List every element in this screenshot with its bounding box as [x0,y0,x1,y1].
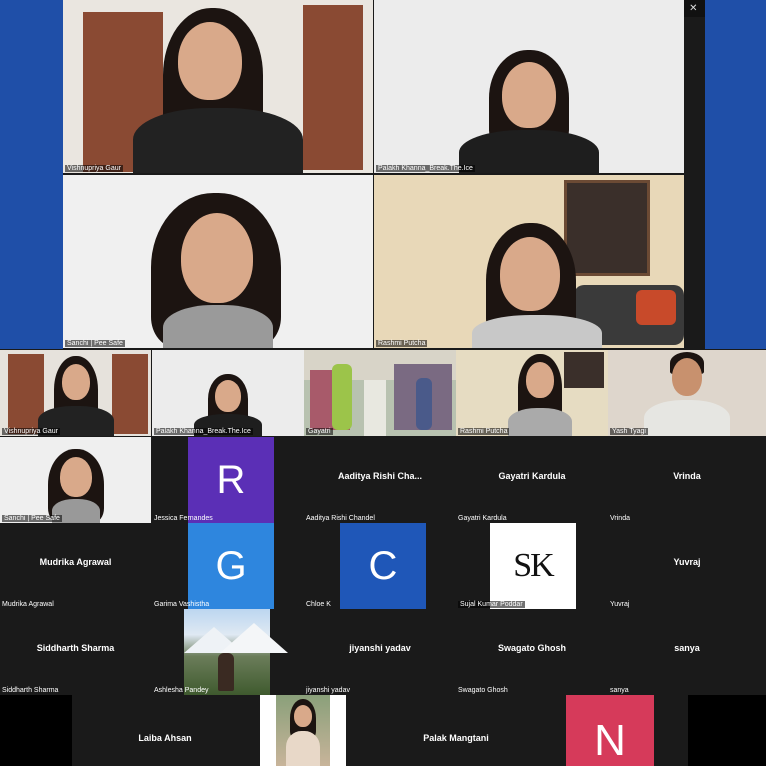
avatar-logo: SK [490,523,576,609]
participant-name: Rashmi Putcha [376,340,428,347]
participant-black-tile[interactable] [688,695,766,766]
avatar: G [188,523,274,609]
participant-face [500,237,560,311]
participant-gayatri-kardula[interactable]: Gayatri Kardula Gayatri Kardula [456,437,608,523]
avatar-photo [276,695,330,766]
participant-ashlesha[interactable]: Ashlesha Pandey [152,609,304,695]
participant-black-tile[interactable] [0,695,72,766]
participant-name: Vishnupriya Gaur [65,165,123,172]
participant-aaditya[interactable]: Aaditya Rishi Cha... Aaditya Rishi Chand… [304,437,456,523]
gallery-tile-sanchi[interactable]: Sanchi | Pee Safe [0,437,151,523]
video-tile-palakh[interactable]: Palakh Khanna_Break.The.Ice [374,0,684,173]
meeting-screen: – ❐ ✕ Vishnupriya Gaur Palakh Khanna_Bre… [0,0,766,766]
participant-photo-tile[interactable] [260,695,346,766]
participant-face [178,22,242,100]
video-tile-rashmi[interactable]: Rashmi Putcha [374,175,684,348]
participant-jiyanshi[interactable]: jiyanshi yadav jiyanshi yadav [304,609,456,695]
close-icon[interactable]: ✕ [684,3,702,14]
participant-siddharth[interactable]: Siddharth Sharma Siddharth Sharma [0,609,151,695]
participant-vrinda[interactable]: Vrinda Vrinda [608,437,766,523]
participant-yuvraj[interactable]: Yuvraj Yuvraj [608,523,766,609]
avatar: C [340,523,426,609]
participant-swagato[interactable]: Swagato Ghosh Swagato Ghosh [456,609,608,695]
avatar: N [566,695,654,766]
participant-jessica[interactable]: R Jessica Fernandes [152,437,304,523]
gallery-tile-palakh[interactable]: Palakh Khanna_Break.The.Ice [152,350,304,436]
wall-painting [564,180,650,276]
participant-mudrika[interactable]: Mudrika Agrawal Mudrika Agrawal [0,523,151,609]
participant-name: Sanchi | Pee Safe [65,340,125,347]
cushion [636,290,676,325]
participant-n[interactable]: N [566,695,654,766]
participant-name: Palakh Khanna_Break.The.Ice [376,165,475,172]
avatar: R [188,437,274,523]
video-tile-sanchi[interactable]: Sanchi | Pee Safe [63,175,373,348]
gallery-view: Vishnupriya Gaur Palakh Khanna_Break.The… [0,349,766,766]
avatar-photo [184,609,288,695]
participant-sujal[interactable]: SK Sujal Kumar Poddar [456,523,608,609]
participant-chloe[interactable]: C Chloe K [304,523,456,609]
participant-palak[interactable]: Palak Mangtani [346,695,566,766]
participant-face [181,213,253,303]
participant-laiba[interactable]: Laiba Ahsan [72,695,258,766]
gallery-tile-gayatri[interactable]: Gayatri [304,350,456,436]
door [303,5,363,170]
speaker-view-window: – ❐ ✕ Vishnupriya Gaur Palakh Khanna_Bre… [63,0,705,349]
gallery-tile-vishnupriya[interactable]: Vishnupriya Gaur [0,350,151,436]
gallery-tile-yash[interactable]: Yash Tyagi [608,350,766,436]
video-tile-vishnupriya[interactable]: Vishnupriya Gaur [63,0,373,173]
participant-sanya[interactable]: sanya sanya [608,609,766,695]
participant-garima[interactable]: G Garima Vashistha [152,523,304,609]
participant-face [502,62,556,128]
gallery-tile-rashmi[interactable]: Rashmi Putcha [456,350,608,436]
